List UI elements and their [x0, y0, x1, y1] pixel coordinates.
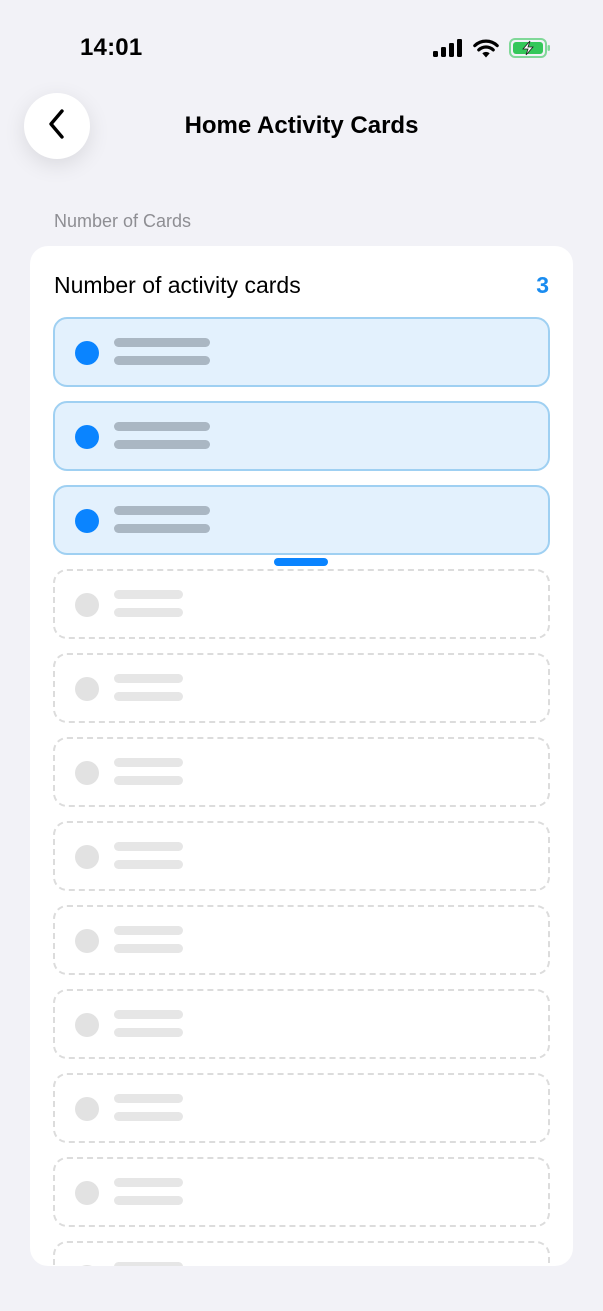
slot-dot [75, 593, 99, 617]
inactive-card-slot[interactable] [53, 905, 550, 975]
inactive-card-slot[interactable] [53, 1241, 550, 1266]
slot-placeholder-line [114, 1196, 183, 1205]
active-card-slot[interactable] [53, 401, 550, 471]
card-count-label: Number of activity cards [54, 272, 301, 298]
slot-placeholder-line [114, 926, 183, 935]
battery-charging-icon [509, 38, 551, 58]
slot-placeholder-line [114, 1094, 183, 1103]
slot-placeholder-line [114, 422, 210, 431]
slot-dot [75, 761, 99, 785]
slot-placeholder-line [114, 338, 210, 347]
slot-placeholder-line [114, 356, 210, 365]
section-label: Number of Cards [54, 211, 192, 231]
slot-placeholder-line [114, 860, 183, 869]
wifi-icon [473, 39, 499, 58]
inactive-card-slot[interactable] [53, 737, 550, 807]
slot-placeholder-line [114, 842, 183, 851]
inactive-card-slot[interactable] [53, 653, 550, 723]
slot-placeholder-line [114, 1028, 183, 1037]
card-count-drag-handle[interactable] [274, 558, 328, 566]
slot-dot [75, 1265, 99, 1266]
slot-placeholder-line [114, 692, 183, 701]
slot-dot [75, 341, 99, 365]
slot-dot [75, 677, 99, 701]
page-title: Home Activity Cards [184, 112, 419, 139]
slot-dot [75, 1181, 99, 1205]
slot-placeholder-line [114, 590, 183, 599]
inactive-card-slot[interactable] [53, 989, 550, 1059]
slot-placeholder-line [114, 524, 210, 533]
slot-placeholder-line [114, 1262, 183, 1266]
slot-placeholder-line [114, 1178, 183, 1187]
inactive-card-slot[interactable] [53, 1073, 550, 1143]
slot-placeholder-line [114, 758, 183, 767]
activity-cards-settings-card: Number of activity cards 3 [30, 246, 573, 1266]
active-card-slot[interactable] [53, 317, 550, 387]
slot-placeholder-line [114, 440, 210, 449]
slot-dot [75, 509, 99, 533]
cellular-signal-icon [433, 39, 463, 57]
inactive-card-slot[interactable] [53, 569, 550, 639]
slot-placeholder-line [114, 608, 183, 617]
status-icons [433, 38, 551, 58]
slot-dot [75, 1097, 99, 1121]
status-time: 14:01 [80, 34, 143, 61]
slot-placeholder-line [114, 506, 210, 515]
slot-placeholder-line [114, 1112, 183, 1121]
slot-placeholder-line [114, 776, 183, 785]
slot-dot [75, 929, 99, 953]
slot-dot [75, 1013, 99, 1037]
slot-dot [75, 425, 99, 449]
active-card-slot[interactable] [53, 485, 550, 555]
inactive-card-slot[interactable] [53, 1157, 550, 1227]
inactive-card-slot[interactable] [53, 821, 550, 891]
slot-placeholder-line [114, 1010, 183, 1019]
slot-placeholder-line [114, 944, 183, 953]
slot-dot [75, 845, 99, 869]
screen: 14:01 Home Activity Cards Number of Card… [0, 0, 603, 1311]
slot-placeholder-line [114, 674, 183, 683]
card-count-value: 3 [536, 272, 549, 298]
status-bar: 14:01 [0, 0, 603, 96]
